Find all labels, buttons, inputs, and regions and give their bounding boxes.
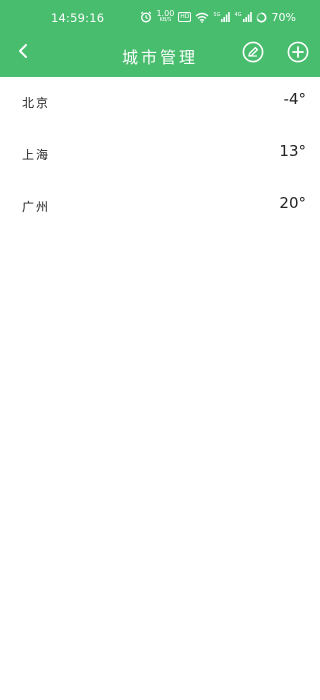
status-icons: 1.00 KB/S HD 5G 4G 70% bbox=[140, 9, 296, 25]
city-temperature: 13° bbox=[279, 142, 306, 160]
battery-icon bbox=[256, 12, 267, 23]
toolbar: 城市管理 bbox=[0, 36, 320, 77]
page-title: 城市管理 bbox=[121, 48, 198, 67]
network-speed: 1.00 KB/S bbox=[156, 9, 175, 24]
edit-button[interactable] bbox=[242, 41, 264, 63]
city-row[interactable]: 广州 20° bbox=[0, 181, 320, 233]
hd-badge: HD bbox=[178, 12, 192, 22]
edit-icon bbox=[242, 41, 264, 67]
app-header: 14:59:16 1.00 KB/S HD 5G 4G 70% 城市管理 bbox=[0, 0, 320, 77]
battery-percent: 70% bbox=[271, 10, 296, 24]
city-name: 北京 bbox=[22, 96, 51, 110]
add-city-button[interactable] bbox=[287, 41, 309, 63]
signal-icon: 5G bbox=[213, 12, 231, 22]
city-temperature: 20° bbox=[279, 194, 306, 212]
city-row[interactable]: 北京 -4° bbox=[0, 77, 320, 129]
city-list: 北京 -4° 上海 13° 广州 20° bbox=[0, 77, 320, 233]
add-icon bbox=[287, 41, 309, 67]
city-temperature: -4° bbox=[283, 90, 306, 108]
alarm-icon bbox=[140, 11, 152, 23]
status-bar: 14:59:16 1.00 KB/S HD 5G 4G 70% bbox=[0, 0, 320, 36]
city-name: 上海 bbox=[22, 148, 51, 162]
status-time: 14:59:16 bbox=[51, 11, 105, 25]
wifi-icon bbox=[195, 12, 209, 23]
city-row[interactable]: 上海 13° bbox=[0, 129, 320, 181]
city-name: 广州 bbox=[22, 200, 51, 214]
signal-icon-2: 4G bbox=[234, 12, 252, 22]
